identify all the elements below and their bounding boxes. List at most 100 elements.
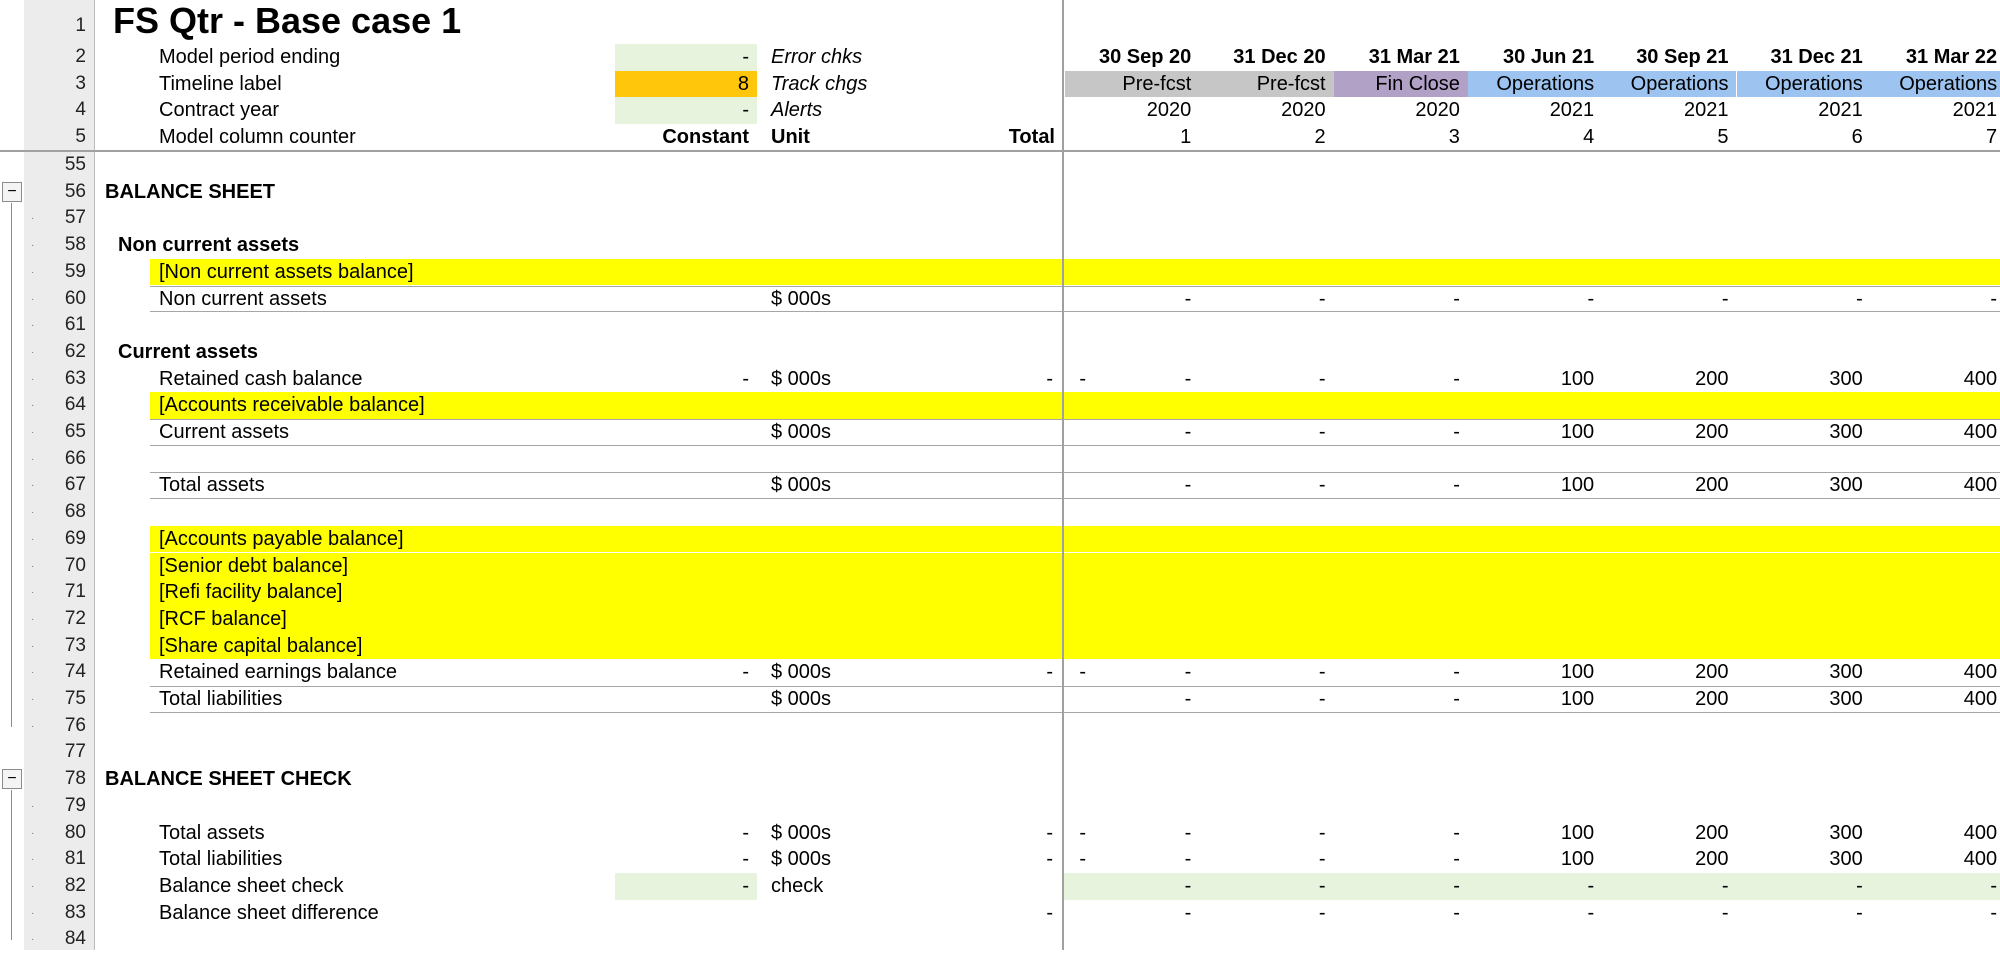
period-value[interactable]: - bbox=[1199, 659, 1333, 686]
period-value[interactable]: - bbox=[1468, 900, 1602, 927]
row-number[interactable]: 82 bbox=[24, 873, 86, 900]
period-value[interactable]: - bbox=[1334, 659, 1468, 686]
period-value[interactable]: - bbox=[1871, 900, 2000, 927]
period-date-3[interactable]: 31 Mar 21 bbox=[1334, 44, 1468, 71]
period-date-1[interactable]: 30 Sep 20 bbox=[1065, 44, 1199, 71]
row-number[interactable]: 57 bbox=[24, 205, 86, 232]
period-value[interactable]: - bbox=[1199, 686, 1333, 713]
period-value[interactable]: - bbox=[1199, 366, 1333, 393]
row-number[interactable]: 69 bbox=[24, 526, 86, 553]
row-number[interactable]: 3 bbox=[24, 71, 86, 98]
row-number[interactable]: 65 bbox=[24, 419, 86, 446]
total-cell[interactable]: - bbox=[955, 846, 1053, 873]
period-value[interactable]: - bbox=[1334, 900, 1468, 927]
period-value[interactable]: 100 bbox=[1468, 659, 1602, 686]
period-value[interactable]: - bbox=[1065, 419, 1199, 446]
sheet-title[interactable]: FS Qtr - Base case 1 bbox=[113, 0, 461, 41]
period-value[interactable]: 100 bbox=[1468, 472, 1602, 499]
period-counter-1[interactable]: 1 bbox=[1065, 124, 1199, 151]
period-value[interactable]: - bbox=[1334, 366, 1468, 393]
period-value[interactable]: 200 bbox=[1602, 686, 1736, 713]
header-constant[interactable]: - bbox=[615, 97, 757, 125]
period-value[interactable]: 100 bbox=[1468, 419, 1602, 446]
unit-cell[interactable]: $ 000s bbox=[771, 419, 831, 446]
constant-cell[interactable]: - bbox=[615, 846, 757, 873]
period-value[interactable]: 100 bbox=[1468, 846, 1602, 873]
row-number[interactable]: 5 bbox=[24, 124, 86, 151]
row-number[interactable]: 55 bbox=[24, 152, 86, 179]
row-label[interactable]: Retained cash balance bbox=[159, 366, 362, 393]
period-counter-3[interactable]: 3 bbox=[1334, 124, 1468, 151]
unit-cell[interactable]: check bbox=[771, 873, 823, 900]
row-number[interactable]: 61 bbox=[24, 312, 86, 339]
row-number[interactable]: 75 bbox=[24, 686, 86, 713]
period-value[interactable]: - bbox=[1871, 873, 2000, 900]
period-value[interactable]: - bbox=[1199, 286, 1333, 313]
period-value[interactable]: 400 bbox=[1871, 820, 2000, 847]
period-value[interactable]: - bbox=[1199, 873, 1333, 900]
period-value[interactable]: 200 bbox=[1602, 419, 1736, 446]
period-date-7[interactable]: 31 Mar 22 bbox=[1871, 44, 2000, 71]
unit-cell[interactable]: $ 000s bbox=[771, 846, 831, 873]
period-value[interactable]: - bbox=[1737, 873, 1871, 900]
total-cell[interactable]: - bbox=[955, 900, 1053, 927]
unit-cell[interactable]: $ 000s bbox=[771, 686, 831, 713]
header-label[interactable]: Contract year bbox=[159, 97, 279, 124]
period-value[interactable]: - bbox=[1065, 820, 1199, 847]
period-counter-2[interactable]: 2 bbox=[1199, 124, 1333, 151]
row-number[interactable]: 73 bbox=[24, 633, 86, 660]
row-label[interactable]: Balance sheet difference bbox=[159, 900, 379, 927]
constant-cell[interactable]: - bbox=[615, 872, 757, 900]
constant-cell[interactable]: - bbox=[615, 820, 757, 847]
period-date-5[interactable]: 30 Sep 21 bbox=[1602, 44, 1736, 71]
unit-cell[interactable]: $ 000s bbox=[771, 286, 831, 313]
subsection-heading[interactable]: Non current assets bbox=[118, 232, 299, 259]
period-date-6[interactable]: 31 Dec 21 bbox=[1737, 44, 1871, 71]
row-number[interactable]: 79 bbox=[24, 793, 86, 820]
period-value[interactable]: - bbox=[1334, 286, 1468, 313]
period-value[interactable]: 400 bbox=[1871, 659, 2000, 686]
total-cell[interactable]: - bbox=[955, 820, 1053, 847]
row-number[interactable]: 71 bbox=[24, 579, 86, 606]
period-value[interactable]: 300 bbox=[1737, 846, 1871, 873]
period-value[interactable]: - bbox=[1468, 873, 1602, 900]
period-value[interactable]: - bbox=[1334, 820, 1468, 847]
period-value[interactable]: - bbox=[1065, 900, 1199, 927]
constant-column-header[interactable]: Constant bbox=[615, 124, 757, 151]
row-number[interactable]: 1 bbox=[24, 13, 86, 40]
period-date-4[interactable]: 30 Jun 21 bbox=[1468, 44, 1602, 71]
period-year-1[interactable]: 2020 bbox=[1065, 97, 1199, 124]
period-value[interactable]: 300 bbox=[1737, 659, 1871, 686]
header-constant[interactable]: - bbox=[615, 44, 757, 71]
period-counter-5[interactable]: 5 bbox=[1602, 124, 1736, 151]
subsection-heading[interactable]: Current assets bbox=[118, 339, 258, 366]
period-year-6[interactable]: 2021 bbox=[1737, 97, 1871, 124]
period-value[interactable]: - bbox=[1737, 900, 1871, 927]
period-label-3[interactable]: Fin Close bbox=[1333, 70, 1468, 98]
track-changes-label[interactable]: Track chgs bbox=[771, 71, 867, 98]
row-number[interactable]: 74 bbox=[24, 659, 86, 686]
section-heading[interactable]: BALANCE SHEET bbox=[105, 179, 275, 206]
row-label[interactable]: Non current assets bbox=[159, 286, 327, 313]
total-cell[interactable]: - bbox=[955, 659, 1053, 686]
period-value[interactable]: 200 bbox=[1602, 820, 1736, 847]
row-number[interactable]: 77 bbox=[24, 739, 86, 766]
period-value[interactable]: - bbox=[1065, 686, 1199, 713]
row-number[interactable]: 4 bbox=[24, 97, 86, 124]
period-value[interactable]: - bbox=[1065, 873, 1199, 900]
period-value[interactable]: - bbox=[1334, 472, 1468, 499]
period-value[interactable]: - bbox=[1199, 472, 1333, 499]
error-checks-label[interactable]: Error chks bbox=[771, 44, 862, 71]
placeholder-label[interactable]: [Accounts receivable balance] bbox=[159, 392, 425, 419]
period-counter-4[interactable]: 4 bbox=[1468, 124, 1602, 151]
period-value[interactable]: - bbox=[1334, 419, 1468, 446]
header-constant[interactable]: 8 bbox=[615, 70, 757, 98]
period-value[interactable]: - bbox=[1602, 286, 1736, 313]
period-value[interactable]: 100 bbox=[1468, 820, 1602, 847]
period-value[interactable]: - bbox=[1199, 900, 1333, 927]
unit-cell[interactable]: $ 000s bbox=[771, 366, 831, 393]
row-number[interactable]: 76 bbox=[24, 713, 86, 740]
header-label[interactable]: Timeline label bbox=[159, 71, 282, 98]
row-label[interactable]: Balance sheet check bbox=[159, 873, 344, 900]
total-cell[interactable]: - bbox=[955, 366, 1053, 393]
